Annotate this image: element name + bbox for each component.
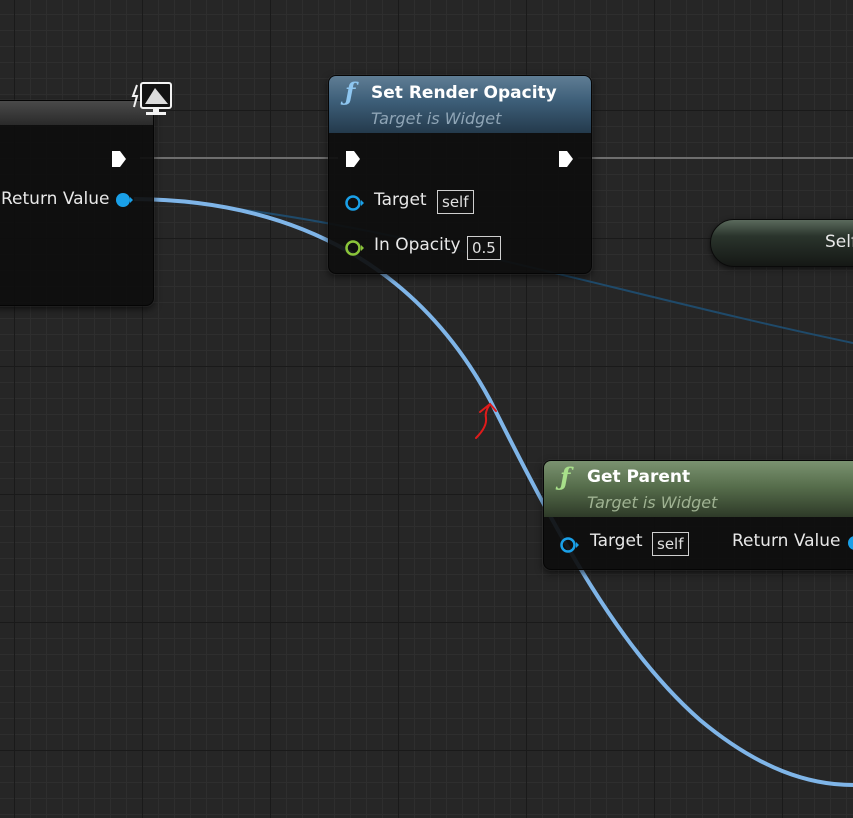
set-render-opacity-opacity-value[interactable]: 0.5 — [467, 236, 501, 260]
self-node-label: Self — [825, 232, 853, 252]
set-render-opacity-opacity-pin[interactable] — [344, 239, 366, 261]
set-render-opacity-target-value[interactable]: self — [437, 190, 474, 214]
function-icon: ƒ — [560, 462, 571, 491]
get-parent-target-pin[interactable] — [559, 536, 581, 558]
set-render-opacity-subtitle: Target is Widget — [371, 109, 502, 128]
get-parent-node[interactable]: ƒ Get Parent Target is Widget Target sel… — [543, 460, 853, 570]
set-render-opacity-node[interactable]: ƒ Set Render Opacity Target is Widget Ta… — [328, 75, 592, 274]
function-icon: ƒ — [345, 77, 356, 106]
set-render-opacity-header: ƒ Set Render Opacity Target is Widget — [329, 76, 591, 133]
monitor-network-icon — [131, 80, 175, 122]
self-node[interactable]: Self — [710, 219, 853, 267]
get-parent-return-label: Return Value — [732, 531, 841, 551]
red-arrow-annotation-icon — [475, 402, 497, 439]
get-parent-return-pin[interactable] — [847, 535, 853, 555]
get-parent-title: Get Parent — [587, 467, 691, 487]
left-node[interactable]: Return Value — [0, 100, 154, 306]
left-node-return-label: Return Value — [1, 189, 110, 209]
set-render-opacity-target-label: Target — [374, 190, 427, 210]
get-parent-subtitle: Target is Widget — [587, 493, 718, 512]
set-render-opacity-opacity-label: In Opacity — [374, 235, 461, 255]
get-parent-target-label: Target — [590, 531, 643, 551]
set-render-opacity-target-pin[interactable] — [344, 194, 366, 216]
left-node-return-pin[interactable] — [115, 192, 133, 212]
set-render-opacity-title: Set Render Opacity — [371, 83, 557, 103]
get-parent-target-value[interactable]: self — [652, 532, 689, 556]
get-parent-header: ƒ Get Parent Target is Widget — [544, 461, 853, 517]
